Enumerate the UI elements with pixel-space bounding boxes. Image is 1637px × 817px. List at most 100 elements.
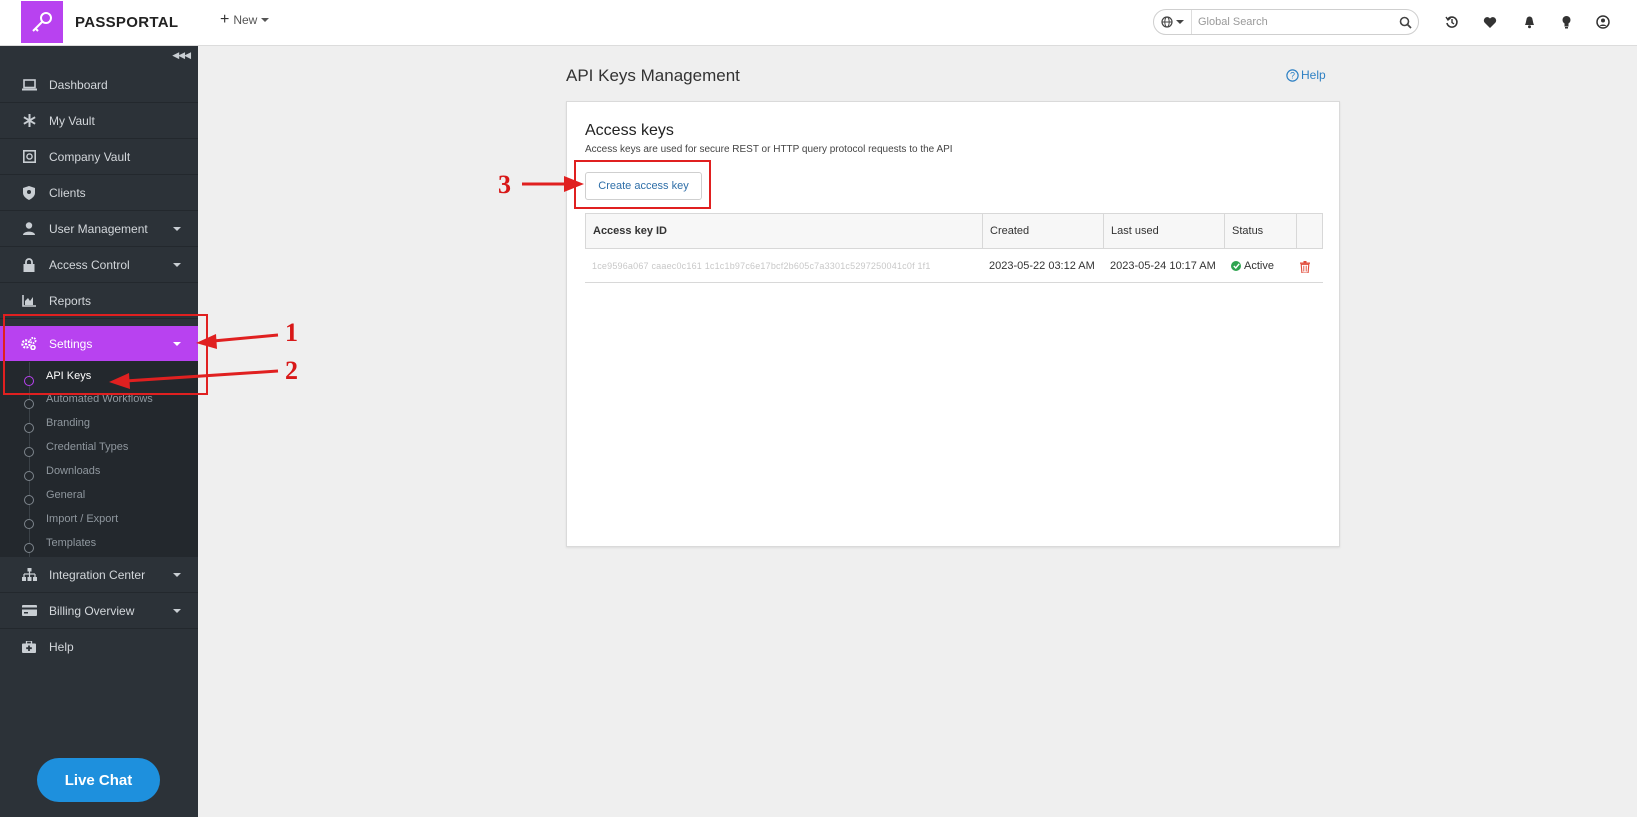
sidebar-item-dashboard[interactable]: Dashboard bbox=[0, 67, 198, 103]
lightbulb-icon[interactable] bbox=[1558, 14, 1574, 30]
chart-icon bbox=[19, 294, 39, 307]
submenu-item-import-export[interactable]: Import / Export bbox=[0, 509, 198, 533]
shield-icon bbox=[19, 185, 39, 200]
new-menu-button[interactable]: + New bbox=[220, 11, 270, 28]
submenu-item-templates[interactable]: Templates bbox=[0, 533, 198, 557]
circle-icon bbox=[24, 519, 34, 529]
submenu-item-credential-types[interactable]: Credential Types bbox=[0, 437, 198, 461]
medkit-icon bbox=[19, 641, 39, 653]
submenu-item-general[interactable]: General bbox=[0, 485, 198, 509]
sidebar-item-label: User Management bbox=[49, 221, 148, 236]
help-link[interactable]: ? Help bbox=[1286, 68, 1326, 82]
submenu-item-label: Downloads bbox=[46, 465, 101, 477]
search-input[interactable] bbox=[1192, 11, 1392, 33]
bell-icon[interactable] bbox=[1521, 14, 1537, 30]
key-icon bbox=[32, 12, 52, 32]
circle-icon bbox=[24, 447, 34, 457]
annotation-number-2: 2 bbox=[285, 356, 298, 385]
sidebar-item-billing-overview[interactable]: Billing Overview bbox=[0, 593, 198, 629]
globe-icon bbox=[1161, 16, 1173, 28]
submenu-item-label: Branding bbox=[46, 417, 91, 429]
column-header-last-used[interactable]: Last used bbox=[1104, 214, 1225, 248]
circle-icon bbox=[24, 543, 34, 553]
status-text: Active bbox=[1244, 260, 1274, 272]
annotation-number-1: 1 bbox=[285, 318, 298, 347]
card-title: Access keys bbox=[585, 122, 674, 139]
column-header-status[interactable]: Status bbox=[1225, 214, 1297, 248]
caret-down-icon bbox=[173, 573, 181, 577]
sidebar-item-label: My Vault bbox=[49, 113, 95, 128]
credit-card-icon bbox=[19, 605, 39, 616]
created-date: 2023-05-22 03:12 AM bbox=[989, 260, 1095, 272]
laptop-icon bbox=[19, 78, 39, 91]
page-title: API Keys Management bbox=[566, 66, 740, 85]
caret-down-icon bbox=[1176, 20, 1184, 24]
circle-icon bbox=[24, 399, 34, 409]
sidebar: ◀◀◀ Dashboard My Vault Company Vault Cli… bbox=[0, 46, 198, 817]
circle-icon bbox=[24, 471, 34, 481]
annotation-number-3: 3 bbox=[498, 170, 511, 199]
user-icon bbox=[19, 222, 39, 235]
check-circle-icon bbox=[1231, 261, 1241, 271]
heart-icon[interactable] bbox=[1482, 14, 1498, 30]
logo[interactable] bbox=[21, 1, 63, 43]
annotation-box-create-key bbox=[574, 160, 711, 209]
brand-name: PASSPORTAL bbox=[75, 14, 179, 31]
access-key-id: 1ce9596a067 caaec0c161 1c1c1b97c6e17bcf2… bbox=[592, 261, 931, 271]
history-icon[interactable] bbox=[1444, 14, 1460, 30]
sidebar-item-clients[interactable]: Clients bbox=[0, 175, 198, 211]
lock-icon bbox=[19, 257, 39, 272]
submenu-item-label: Templates bbox=[46, 537, 97, 549]
status-badge: Active bbox=[1224, 249, 1296, 283]
caret-down-icon bbox=[173, 609, 181, 613]
asterisk-icon bbox=[19, 114, 39, 127]
submenu-item-branding[interactable]: Branding bbox=[0, 413, 198, 437]
submenu-item-label: Credential Types bbox=[46, 441, 129, 453]
sitemap-icon bbox=[19, 568, 39, 581]
sidebar-item-my-vault[interactable]: My Vault bbox=[0, 103, 198, 139]
table-row: 1ce9596a067 caaec0c161 1c1c1b97c6e17bcf2… bbox=[585, 249, 1323, 283]
sidebar-item-label: Dashboard bbox=[49, 77, 108, 92]
sidebar-item-help[interactable]: Help bbox=[0, 629, 198, 665]
help-label: Help bbox=[1301, 68, 1326, 82]
question-circle-icon: ? bbox=[1286, 68, 1299, 82]
submenu-item-downloads[interactable]: Downloads bbox=[0, 461, 198, 485]
column-header-actions bbox=[1297, 214, 1322, 248]
sidebar-item-label: Integration Center bbox=[49, 567, 146, 582]
submenu-item-label: General bbox=[46, 489, 86, 501]
sidebar-item-integration-center[interactable]: Integration Center bbox=[0, 557, 198, 593]
sidebar-item-label: Access Control bbox=[49, 257, 130, 272]
caret-down-icon bbox=[173, 227, 181, 231]
table-header: Access key ID Created Last used Status bbox=[585, 213, 1323, 249]
top-bar: PASSPORTAL + New bbox=[0, 0, 1637, 46]
sidebar-item-access-control[interactable]: Access Control bbox=[0, 247, 198, 283]
new-label: New bbox=[233, 13, 258, 27]
sidebar-item-user-management[interactable]: User Management bbox=[0, 211, 198, 247]
annotation-box-settings bbox=[3, 314, 208, 395]
sidebar-item-company-vault[interactable]: Company Vault bbox=[0, 139, 198, 175]
live-chat-button[interactable]: Live Chat bbox=[37, 758, 160, 802]
column-header-created[interactable]: Created bbox=[983, 214, 1104, 248]
plus-icon: + bbox=[220, 11, 230, 28]
svg-text:?: ? bbox=[1290, 70, 1295, 80]
circle-icon bbox=[24, 423, 34, 433]
caret-down-icon bbox=[261, 18, 270, 22]
submenu-item-label: Import / Export bbox=[46, 513, 119, 525]
user-circle-icon[interactable] bbox=[1595, 14, 1611, 30]
global-search bbox=[1153, 9, 1419, 35]
last-used-date: 2023-05-24 10:17 AM bbox=[1110, 260, 1216, 272]
collapse-sidebar-icon[interactable]: ◀◀◀ bbox=[172, 50, 191, 61]
search-icon[interactable] bbox=[1392, 16, 1418, 29]
sidebar-item-label: Clients bbox=[49, 185, 86, 200]
card-subtitle: Access keys are used for secure REST or … bbox=[585, 144, 953, 155]
column-header-access-key-id[interactable]: Access key ID bbox=[586, 214, 983, 248]
search-scope-select[interactable] bbox=[1154, 10, 1192, 34]
sidebar-item-label: Billing Overview bbox=[49, 603, 135, 618]
circle-icon bbox=[24, 495, 34, 505]
caret-down-icon bbox=[173, 263, 181, 267]
sidebar-item-label: Reports bbox=[49, 293, 92, 308]
sidebar-item-label: Company Vault bbox=[49, 149, 131, 164]
trash-icon[interactable] bbox=[1300, 260, 1310, 278]
sidebar-item-label: Help bbox=[49, 640, 74, 654]
safe-icon bbox=[19, 150, 39, 163]
